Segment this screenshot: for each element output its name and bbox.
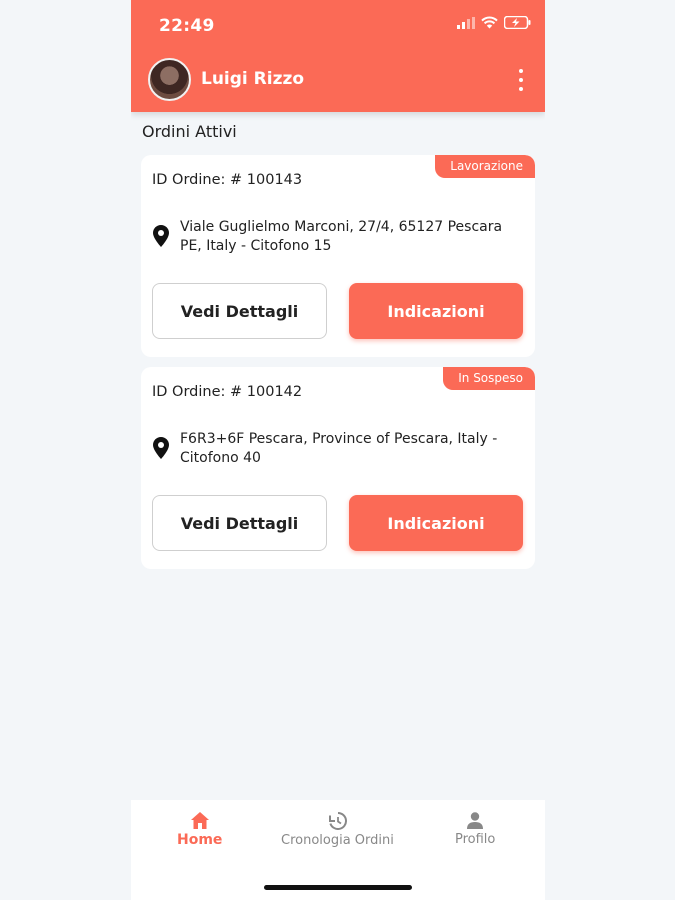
- view-details-button[interactable]: Vedi Dettagli: [152, 495, 327, 551]
- status-badge: Lavorazione: [435, 155, 535, 178]
- view-details-button[interactable]: Vedi Dettagli: [152, 283, 327, 339]
- order-card: Lavorazione ID Ordine: # 100143 Viale Gu…: [141, 155, 535, 357]
- history-icon: [329, 812, 348, 830]
- order-id: ID Ordine: # 100143: [152, 172, 303, 188]
- more-options-icon[interactable]: [515, 69, 527, 91]
- order-address: F6R3+6F Pescara, Province of Pescara, It…: [180, 431, 498, 466]
- home-indicator[interactable]: [264, 885, 412, 890]
- order-card: In Sospeso ID Ordine: # 100142 F6R3+6F P…: [141, 367, 535, 569]
- avatar[interactable]: [148, 58, 191, 101]
- section-title: Ordini Attivi: [142, 122, 237, 141]
- directions-button[interactable]: Indicazioni: [349, 283, 523, 339]
- person-icon: [467, 812, 484, 829]
- app-header: 22:49 Luigi Rizzo: [131, 0, 545, 112]
- status-icons: [457, 16, 531, 29]
- nav-home-label: Home: [177, 832, 223, 848]
- status-time: 22:49: [159, 16, 215, 36]
- directions-button[interactable]: Indicazioni: [349, 495, 523, 551]
- wifi-icon: [481, 16, 498, 29]
- order-address: Viale Guglielmo Marconi, 27/4, 65127 Pes…: [180, 219, 503, 254]
- location-pin-icon: [153, 437, 169, 459]
- signal-icon: [457, 16, 475, 29]
- status-badge: In Sospeso: [443, 367, 535, 390]
- user-name: Luigi Rizzo: [201, 69, 305, 89]
- app-screen: 22:49 Luigi Rizzo Ordini Attivi Lavorazi…: [131, 0, 545, 900]
- nav-profile-label: Profilo: [455, 832, 496, 847]
- location-pin-icon: [153, 225, 169, 247]
- order-id: ID Ordine: # 100142: [152, 384, 303, 400]
- nav-home[interactable]: Home: [177, 812, 222, 848]
- nav-profile[interactable]: Profilo: [455, 812, 495, 847]
- battery-charging-icon: [504, 16, 531, 29]
- home-icon: [190, 812, 209, 829]
- nav-order-history[interactable]: Cronologia Ordini: [281, 812, 394, 848]
- nav-order-history-label: Cronologia Ordini: [281, 833, 394, 848]
